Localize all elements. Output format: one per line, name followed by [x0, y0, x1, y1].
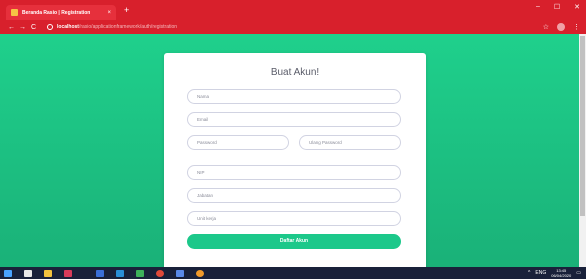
- store-icon[interactable]: [24, 269, 32, 277]
- close-window-icon[interactable]: ✕: [574, 3, 580, 11]
- scroll-thumb[interactable]: [580, 36, 585, 216]
- clock-date: 06/04/2020: [551, 273, 572, 278]
- maximize-icon[interactable]: ☐: [554, 3, 560, 11]
- minimize-icon[interactable]: –: [536, 3, 540, 11]
- system-tray: ^ ENG 13:45 06/04/2020 ▭: [528, 268, 586, 278]
- tray-chevron-icon[interactable]: ^: [528, 270, 530, 276]
- browser-toolbar: ← → C localhost /rasio/applicationframew…: [0, 20, 586, 34]
- reload-icon[interactable]: C: [28, 24, 39, 31]
- window-controls: – ☐ ✕: [536, 3, 580, 11]
- windows-taskbar: ^ ENG 13:45 06/04/2020 ▭: [0, 267, 586, 279]
- address-bar[interactable]: localhost /rasio/applicationframework/au…: [47, 22, 517, 32]
- profile-avatar-icon[interactable]: [557, 23, 565, 31]
- forward-arrow-icon[interactable]: →: [17, 24, 28, 31]
- name-field[interactable]: Nama: [187, 89, 401, 104]
- tab-close-icon[interactable]: ×: [107, 10, 111, 16]
- back-arrow-icon[interactable]: ←: [6, 24, 17, 31]
- language-indicator[interactable]: ENG: [535, 270, 546, 276]
- toolbar-actions: ☆ ⋮: [543, 23, 580, 31]
- repeat-password-field[interactable]: Ulang Password: [299, 135, 401, 150]
- clock[interactable]: 13:45 06/04/2020: [551, 268, 571, 278]
- page-viewport: Buat Akun! Nama Email Password Ulang Pas…: [0, 34, 579, 267]
- windows-start-icon[interactable]: [4, 269, 12, 277]
- browser-tab[interactable]: Beranda Rasio | Registration ×: [6, 5, 116, 20]
- unit-kerja-field[interactable]: Unit kerja: [187, 211, 401, 226]
- new-tab-button[interactable]: +: [124, 5, 129, 15]
- bookmark-star-icon[interactable]: ☆: [543, 23, 549, 31]
- browser-tab-strip: Beranda Rasio | Registration × + – ☐ ✕: [0, 0, 586, 20]
- browser-menu-icon[interactable]: ⋮: [573, 23, 580, 31]
- register-button[interactable]: Daftar Akun: [187, 234, 401, 249]
- notification-icon[interactable]: ▭: [576, 270, 581, 276]
- url-host: localhost: [57, 24, 79, 30]
- page-scrollbar[interactable]: [579, 34, 586, 267]
- app-icon[interactable]: [196, 269, 204, 277]
- file-explorer-icon[interactable]: [44, 269, 52, 277]
- tab-title: Beranda Rasio | Registration: [22, 9, 91, 16]
- url-path: /rasio/applicationframework/auth/registr…: [78, 24, 178, 30]
- password-field[interactable]: Password: [187, 135, 289, 150]
- app-icon[interactable]: [96, 269, 104, 277]
- chrome-icon[interactable]: [156, 269, 164, 277]
- app-icon[interactable]: [136, 269, 144, 277]
- registration-card: Buat Akun! Nama Email Password Ulang Pas…: [164, 53, 426, 267]
- jabatan-field[interactable]: Jabatan: [187, 188, 401, 203]
- app-icon[interactable]: [116, 269, 124, 277]
- app-icon[interactable]: [64, 269, 72, 277]
- form-title: Buat Akun!: [270, 67, 320, 78]
- site-info-icon[interactable]: [47, 24, 53, 30]
- nip-field[interactable]: NIP: [187, 165, 401, 180]
- app-icon[interactable]: [176, 269, 184, 277]
- email-field[interactable]: Email: [187, 112, 401, 127]
- tab-favicon-icon: [11, 9, 18, 16]
